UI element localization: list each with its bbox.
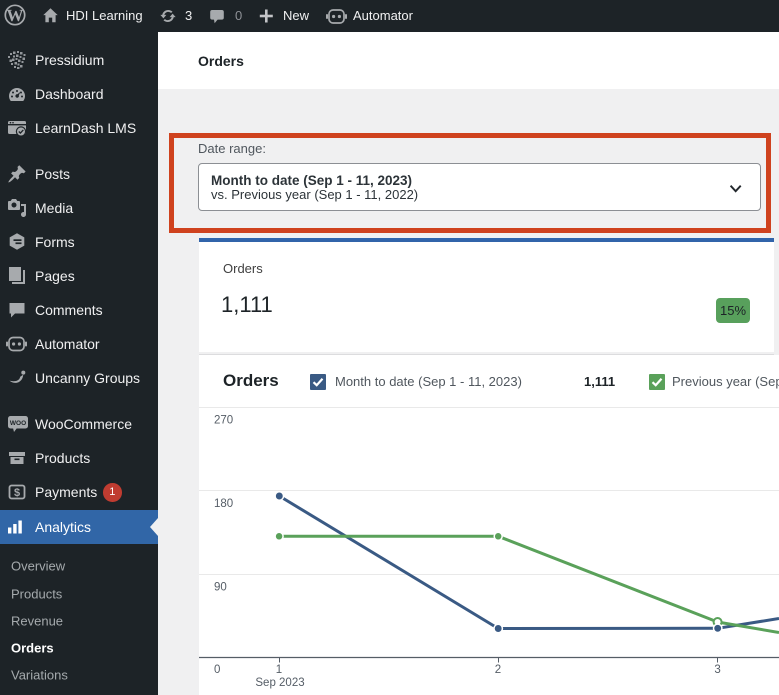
svg-text:1: 1 bbox=[276, 664, 282, 676]
svg-text:3: 3 bbox=[714, 664, 720, 676]
svg-text:0: 0 bbox=[214, 664, 220, 676]
svg-text:$: $ bbox=[14, 487, 20, 499]
svg-text:Sep 2023: Sep 2023 bbox=[255, 677, 304, 689]
svg-text:90: 90 bbox=[214, 582, 227, 594]
svg-text:W: W bbox=[7, 6, 24, 25]
svg-text:270: 270 bbox=[214, 415, 233, 427]
svg-text:WOO: WOO bbox=[10, 420, 26, 427]
svg-text:180: 180 bbox=[214, 498, 233, 510]
svg-text:2: 2 bbox=[495, 664, 501, 676]
